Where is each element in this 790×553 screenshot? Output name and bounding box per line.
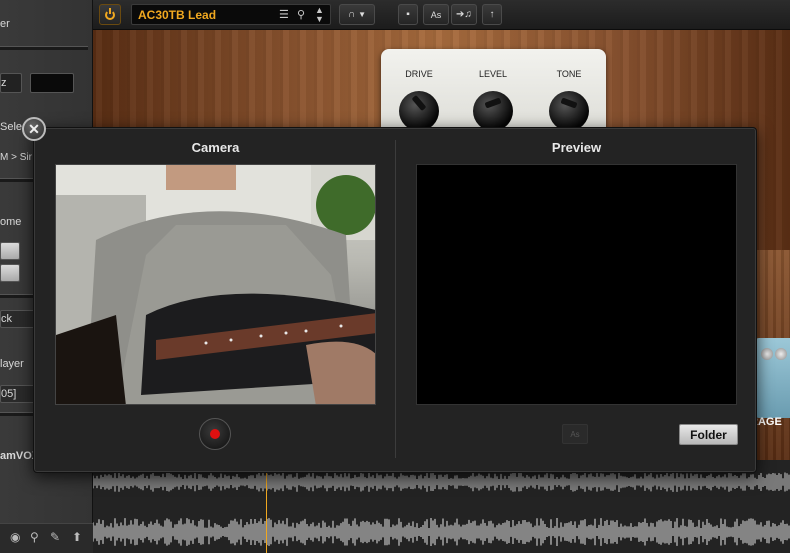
level-label: LEVEL	[478, 69, 508, 79]
export-icon: ➔♫	[456, 9, 472, 20]
export-audio-button[interactable]: ➔♫	[451, 4, 477, 25]
pane-divider	[395, 140, 396, 458]
list-icon[interactable]: ☰	[279, 8, 289, 21]
left-panel-label: layer	[0, 358, 24, 370]
left-panel-stepper[interactable]	[0, 242, 20, 260]
preview-title: Preview	[551, 140, 602, 155]
playhead[interactable]	[266, 460, 267, 553]
save-as-button[interactable]: As	[423, 4, 449, 25]
drive-label: DRIVE	[405, 69, 433, 79]
left-panel-label: M > Sir	[0, 152, 32, 163]
close-icon: ✕	[28, 120, 40, 137]
record-button[interactable]	[199, 418, 231, 450]
preset-name: AC30TB Lead	[138, 8, 217, 22]
preview-screen	[416, 164, 737, 405]
headphone-icon: ∩	[347, 9, 356, 20]
headphone-button[interactable]: ∩ ▼	[339, 4, 375, 25]
camera-feed	[55, 164, 376, 405]
upload-icon: ↑	[489, 9, 495, 20]
waveform-channel	[93, 472, 790, 492]
left-panel-value-field[interactable]	[30, 73, 74, 93]
camera-title: Camera	[191, 140, 240, 155]
waveform-graphic	[93, 472, 790, 546]
pedal-knob[interactable]	[761, 348, 773, 360]
power-icon	[105, 7, 115, 20]
left-panel-slider[interactable]	[0, 46, 88, 50]
waveform-channel	[93, 518, 790, 546]
tone-knob[interactable]	[549, 91, 589, 131]
share-button[interactable]: ↑	[482, 4, 502, 25]
knob-pointer	[411, 94, 427, 112]
close-dialog-button[interactable]: ✕	[22, 117, 46, 141]
power-button[interactable]	[99, 4, 121, 25]
save-icon: ▪	[406, 9, 410, 20]
up-down-icon[interactable]: ▲ ▼	[315, 6, 324, 24]
edit-icon[interactable]: ✎	[50, 530, 60, 544]
level-knob[interactable]	[473, 91, 513, 131]
search-icon[interactable]: ⚲	[297, 8, 305, 21]
amp-panel: DRIVE LEVEL TONE	[381, 49, 606, 139]
globe-icon[interactable]: ◉	[10, 530, 20, 544]
record-icon	[210, 429, 220, 439]
camera-image	[56, 165, 375, 404]
pedal-knob[interactable]	[775, 348, 787, 360]
left-panel-stepper[interactable]	[0, 264, 20, 282]
drive-knob[interactable]	[399, 91, 439, 131]
audio-waveform[interactable]	[93, 460, 790, 553]
preset-selector[interactable]: AC30TB Lead ☰ ⚲ ▲ ▼	[131, 4, 331, 25]
left-panel-bottom-bar: ◉ ⚲ ✎ ⬆	[0, 523, 93, 553]
save-as-button-disabled[interactable]: As	[562, 424, 588, 444]
upload-icon[interactable]: ⬆	[72, 530, 82, 544]
video-record-dialog: Camera Preview As Folder	[33, 127, 757, 473]
chevron-down-icon: ▼	[358, 10, 367, 19]
left-panel-label: er	[0, 18, 10, 30]
top-toolbar: AC30TB Lead ☰ ⚲ ▲ ▼ ∩ ▼ ▪ As ➔♫ ↑	[93, 0, 790, 30]
left-panel-select[interactable]: z	[0, 73, 22, 93]
tone-label: TONE	[556, 69, 582, 79]
knob-pointer	[560, 97, 578, 109]
search-icon[interactable]: ⚲	[30, 530, 39, 544]
knob-pointer	[484, 97, 502, 109]
folder-button[interactable]: Folder	[679, 424, 738, 445]
effect-pedal[interactable]	[755, 338, 790, 418]
app-window: er z Selec M > Sir ome ck layer 05] amVO…	[0, 0, 790, 553]
left-panel-label: ome	[0, 216, 22, 228]
save-button[interactable]: ▪	[398, 4, 418, 25]
